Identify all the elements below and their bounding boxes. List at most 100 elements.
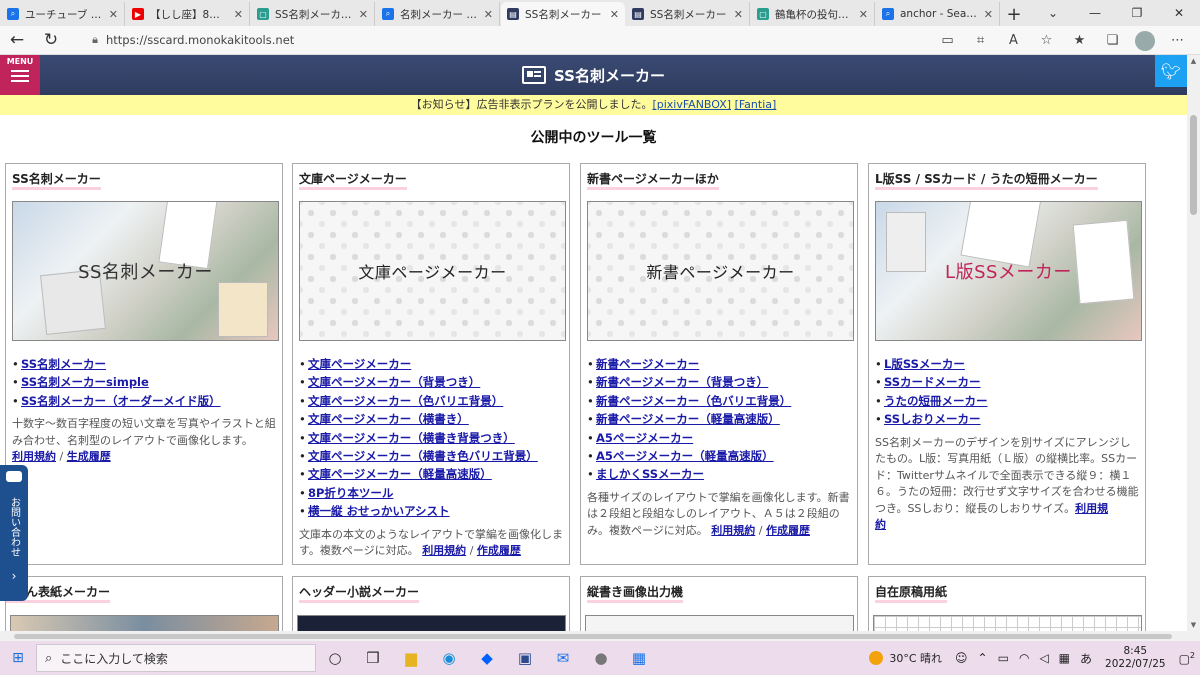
tool-link[interactable]: 文庫ページメーカー（横書き）	[308, 412, 469, 426]
tool-link[interactable]: 文庫ページメーカー	[308, 357, 411, 371]
tool-link[interactable]: A5ページメーカー（軽量高速版）	[596, 449, 774, 463]
twitter-icon[interactable]: 🐦︎	[1155, 55, 1187, 87]
close-icon[interactable]: ✕	[734, 8, 743, 21]
scroll-down-icon[interactable]: ▼	[1187, 621, 1200, 629]
tool-link[interactable]: ましかくSSメーカー	[596, 467, 704, 481]
tool-link[interactable]: A5ページメーカー	[596, 431, 693, 445]
tool-link[interactable]: 8P折り本ツール	[308, 486, 393, 500]
qr-code-icon[interactable]: ⌗	[964, 33, 997, 48]
close-icon[interactable]: ✕	[234, 8, 243, 21]
card-thumbnail[interactable]	[10, 615, 279, 631]
app-available-icon[interactable]: ▭	[931, 33, 964, 48]
reload-button[interactable]: ↻	[34, 26, 68, 54]
avatar[interactable]	[1135, 30, 1155, 51]
chevron-down-icon[interactable]: ⌄	[1032, 0, 1074, 26]
tool-link[interactable]: 新書ページメーカー（軽量高速版）	[596, 412, 780, 426]
file-explorer-icon[interactable]: ▆	[392, 641, 430, 675]
browser-tab[interactable]: ⌕ anchor - Search ✕	[876, 2, 1000, 26]
card-thumbnail[interactable]	[585, 615, 854, 631]
browser-tab[interactable]: ▶ 【しし座】8月の運勢 ✕	[126, 2, 250, 26]
terms-link[interactable]: 利用規約	[422, 544, 466, 557]
tool-link[interactable]: 新書ページメーカー	[596, 357, 699, 371]
tool-link[interactable]: SS名刺メーカー（オーダーメイド版）	[21, 394, 221, 408]
close-icon[interactable]: ✕	[484, 8, 493, 21]
url-field[interactable]: 🔒︎ https://sscard.monokakitools.net	[84, 29, 924, 51]
close-icon[interactable]: ✕	[109, 8, 118, 21]
card-thumbnail[interactable]: SS名刺メーカー	[12, 201, 279, 341]
fantia-link[interactable]: [Fantia]	[735, 98, 777, 111]
site-title[interactable]: SS名刺メーカー	[554, 65, 665, 86]
scroll-up-icon[interactable]: ▲	[1187, 57, 1200, 65]
more-icon[interactable]: ⋯	[1161, 33, 1194, 48]
tool-link[interactable]: SSカードメーカー	[884, 375, 981, 389]
tool-link[interactable]: うたの短冊メーカー	[884, 394, 988, 408]
apple-icon[interactable]: ●	[582, 641, 620, 675]
scrollbar-thumb[interactable]	[14, 634, 1172, 639]
tool-link[interactable]: SS名刺メーカー	[21, 357, 106, 371]
chevron-up-icon[interactable]: ⌃	[978, 651, 988, 665]
dropbox-icon[interactable]: ◆	[468, 641, 506, 675]
close-icon[interactable]: ✕	[859, 8, 868, 21]
read-aloud-icon[interactable]: A	[997, 33, 1030, 48]
history-link[interactable]: 作成履歴	[766, 524, 810, 537]
windows-start-icon[interactable]: ⊞	[0, 650, 36, 666]
card-thumbnail[interactable]	[873, 615, 1142, 631]
terms-link-continued[interactable]: 約	[875, 518, 886, 531]
browser-tab[interactable]: ▢ SS名刺メーカーお話 ✕	[251, 2, 375, 26]
close-icon[interactable]: ✕	[610, 8, 619, 21]
browser-tab[interactable]: ⌕ 名刺メーカー - Search ✕	[376, 2, 500, 26]
terms-link[interactable]: 利用規約	[12, 450, 56, 463]
tool-link[interactable]: 横一縦 おせっかいアシスト	[308, 504, 450, 518]
store-icon[interactable]: ▦	[620, 641, 658, 675]
tool-link[interactable]: 新書ページメーカー（色バリエ背景）	[596, 394, 791, 408]
favorites-icon[interactable]: ★	[1063, 33, 1096, 48]
tool-link[interactable]: L版SSメーカー	[884, 357, 965, 371]
history-link[interactable]: 作成履歴	[477, 544, 521, 557]
edge-icon[interactable]: ◉	[430, 641, 468, 675]
browser-tab[interactable]: ▢ 鶴亀杯の投句締め ✕	[751, 2, 875, 26]
tool-link[interactable]: 文庫ページメーカー（軽量高速版）	[308, 467, 492, 481]
people-icon[interactable]: ☺	[955, 651, 968, 665]
tool-link[interactable]: 文庫ページメーカー（横書き色バリエ背景）	[308, 449, 538, 463]
taskbar-search[interactable]: ⌕ ここに入力して検索	[36, 644, 316, 672]
tool-link[interactable]: SS名刺メーカーsimple	[21, 375, 149, 389]
ime-mode-icon[interactable]: ▦	[1059, 651, 1070, 665]
browser-tab[interactable]: ▤ SS名刺メーカー ✕	[626, 2, 750, 26]
history-link[interactable]: 生成履歴	[67, 450, 111, 463]
notification-icon[interactable]: ▢2	[1179, 651, 1195, 666]
pixiv-fanbox-link[interactable]: [pixivFANBOX]	[652, 98, 731, 111]
battery-icon[interactable]: ▭	[998, 651, 1009, 665]
card-thumbnail[interactable]: 文庫ページメーカー	[299, 201, 566, 341]
horizontal-scrollbar[interactable]	[0, 631, 1200, 641]
new-tab-button[interactable]: +	[1000, 2, 1028, 26]
vertical-scrollbar[interactable]: ▲ ▼	[1187, 55, 1200, 631]
terms-link[interactable]: 利用規約	[711, 524, 755, 537]
scrollbar-thumb[interactable]	[1190, 115, 1197, 215]
ime-indicator[interactable]: あ	[1080, 650, 1092, 667]
minimize-icon[interactable]: —	[1074, 0, 1116, 26]
weather-text[interactable]: 30°C 晴れ	[889, 650, 942, 666]
close-icon[interactable]: ✕	[984, 8, 993, 21]
tool-link[interactable]: SSしおりメーカー	[884, 412, 981, 426]
card-thumbnail[interactable]: 新書ページメーカー	[587, 201, 854, 341]
browser-tab[interactable]: ⌕ ユーチューブ - Search ✕	[1, 2, 125, 26]
collections-icon[interactable]: ❏	[1096, 33, 1129, 48]
mail-icon[interactable]: ✉	[544, 641, 582, 675]
favorite-star-icon[interactable]: ☆	[1030, 33, 1063, 48]
maximize-icon[interactable]: ❐	[1116, 0, 1158, 26]
clock[interactable]: 8:45 2022/07/25	[1105, 645, 1166, 671]
contact-side-button[interactable]: お問い合わせ ›	[0, 465, 28, 601]
task-view-icon[interactable]: ❒	[354, 641, 392, 675]
volume-icon[interactable]: ◁	[1039, 651, 1048, 665]
terms-link[interactable]: 利用規	[1075, 502, 1108, 515]
browser-tab-active[interactable]: ▤ SS名刺メーカー ✕	[501, 2, 625, 26]
tool-link[interactable]: 文庫ページメーカー（背景つき）	[308, 375, 480, 389]
tool-link[interactable]: 文庫ページメーカー（色バリエ背景）	[308, 394, 503, 408]
terminal-icon[interactable]: ▣	[506, 641, 544, 675]
back-button[interactable]: ←	[0, 26, 34, 54]
tool-link[interactable]: 文庫ページメーカー（横書き背景つき）	[308, 431, 515, 445]
card-thumbnail[interactable]	[297, 615, 566, 631]
menu-button[interactable]: MENU	[0, 55, 40, 95]
tool-link[interactable]: 新書ページメーカー（背景つき）	[596, 375, 768, 389]
card-thumbnail[interactable]: L版SSメーカー	[875, 201, 1142, 341]
